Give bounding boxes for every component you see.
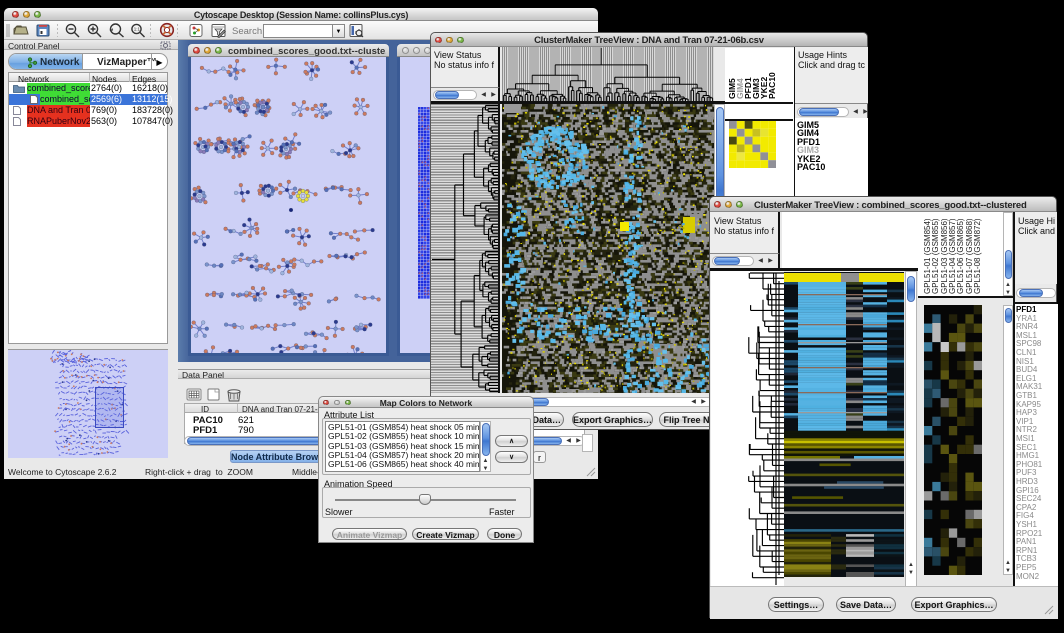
svg-text:1:1: 1:1 (134, 27, 141, 32)
svg-text:⇄: ⇄ (110, 27, 114, 32)
